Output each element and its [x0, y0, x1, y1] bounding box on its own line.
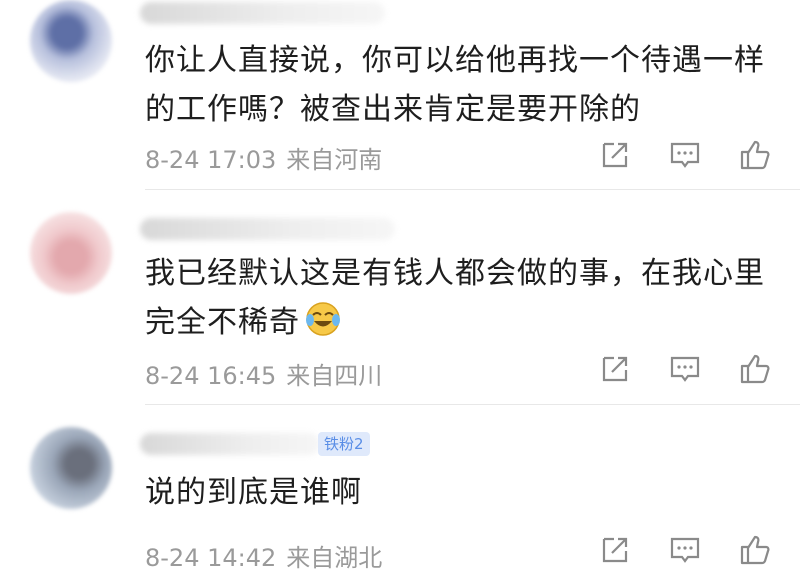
timestamp: 8-24 14:42 [145, 544, 277, 572]
comment-text: 我已经默认这是有钱人都会做的事，在我心里 完全不稀奇 [145, 249, 785, 347]
comment-actions [598, 533, 778, 567]
comment-item: 我已经默认这是有钱人都会做的事，在我心里 完全不稀奇 8-24 16:45 来自四… [0, 190, 800, 405]
username-blurred[interactable] [140, 433, 320, 455]
like-icon[interactable] [738, 533, 772, 567]
timestamp: 8-24 17:03 [145, 146, 277, 174]
like-icon[interactable] [738, 352, 772, 386]
share-icon[interactable] [598, 138, 632, 172]
comment-meta: 8-24 14:42 来自湖北 [145, 538, 382, 573]
comment-text-span: 完全不稀奇 [145, 305, 300, 340]
comment-text-line: 的工作嗎？被查出来肯定是要开除的 [145, 92, 641, 127]
share-icon[interactable] [598, 352, 632, 386]
comment-item: 你让人直接说，你可以给他再找一个待遇一样 的工作嗎？被查出来肯定是要开除的 8-… [0, 0, 800, 190]
avatar[interactable] [30, 0, 112, 82]
avatar[interactable] [30, 212, 112, 294]
avatar[interactable] [30, 427, 112, 509]
comment-text-line: 说的到底是谁啊 [145, 475, 362, 510]
location: 来自湖北 [286, 544, 383, 572]
comment-text: 你让人直接说，你可以给他再找一个待遇一样 的工作嗎？被查出来肯定是要开除的 [145, 36, 785, 134]
laugh-cry-emoji-icon [304, 300, 342, 338]
share-icon[interactable] [598, 533, 632, 567]
comment-actions [598, 352, 778, 386]
comment-meta: 8-24 17:03 来自河南 [145, 140, 382, 175]
comment-icon[interactable] [668, 352, 702, 386]
location: 来自四川 [286, 362, 383, 390]
username-blurred[interactable] [140, 2, 385, 24]
location: 来自河南 [286, 146, 383, 174]
like-icon[interactable] [738, 138, 772, 172]
comment-text-line: 我已经默认这是有钱人都会做的事，在我心里 [145, 256, 765, 291]
comment-text: 说的到底是谁啊 [145, 468, 785, 517]
comment-text-line: 完全不稀奇 [145, 298, 785, 347]
comment-text-line: 你让人直接说，你可以给他再找一个待遇一样 [145, 43, 765, 78]
comment-actions [598, 138, 778, 172]
comment-item: 铁粉2 说的到底是谁啊 8-24 14:42 来自湖北 [0, 405, 800, 572]
fan-badge[interactable]: 铁粉2 [318, 432, 370, 456]
comment-icon[interactable] [668, 533, 702, 567]
timestamp: 8-24 16:45 [145, 362, 277, 390]
comment-meta: 8-24 16:45 来自四川 [145, 356, 382, 391]
comment-icon[interactable] [668, 138, 702, 172]
username-blurred[interactable] [140, 218, 395, 240]
